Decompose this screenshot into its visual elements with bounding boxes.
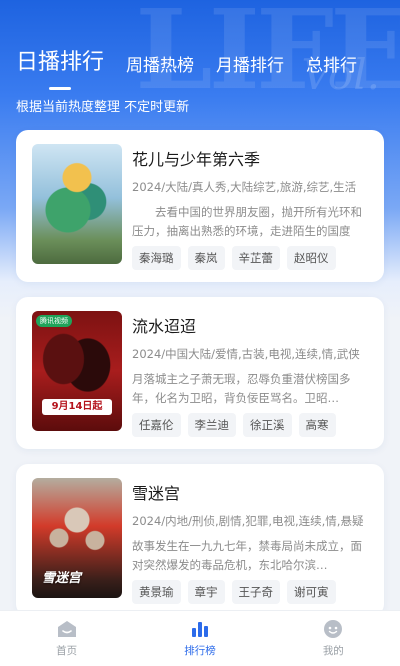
ranking-tabs: 日播排行 周播热榜 月播排行 总排行 (16, 36, 390, 76)
ranking-subtitle: 根据当前热度整理 不定时更新 (16, 100, 190, 115)
show-info: 雪迷宫 2024/内地/刑侦,剧情,犯罪,电视,连续,情,悬疑 故事发生在一九九… (132, 478, 370, 604)
cast-chip[interactable]: 高寒 (298, 413, 336, 437)
cast-chip[interactable]: 徐正溪 (243, 413, 292, 437)
nav-home-label: 首页 (56, 645, 78, 657)
nav-ranking-label: 排行榜 (184, 645, 216, 657)
tab-monthly[interactable]: 月播排行 (216, 51, 284, 76)
nav-profile-label: 我的 (322, 645, 344, 657)
show-description: 去看中国的世界朋友圈，抛开所有光环和压力，抽离出熟悉的环境，走进陌生的国度 (132, 205, 362, 238)
cast-chip[interactable]: 李兰迪 (187, 413, 236, 437)
cast-chip[interactable]: 章宇 (187, 580, 225, 604)
show-card-3[interactable]: 雪迷宫 雪迷宫 2024/内地/刑侦,剧情,犯罪,电视,连续,情,悬疑 故事发生… (16, 464, 384, 616)
profile-icon (324, 620, 343, 638)
show-poster[interactable]: 腾讯视频 9月14日起 (32, 311, 122, 431)
show-info: 流水迢迢 2024/中国大陆/爱情,古装,电视,连续,情,武侠 月落城主之子萧无… (132, 311, 370, 437)
poster-title-logo: 雪迷宫 (42, 571, 82, 586)
cast-chip[interactable]: 辛芷蕾 (231, 246, 280, 270)
poster-platform-badge: 腾讯视频 (36, 315, 72, 327)
tab-overall[interactable]: 总排行 (306, 51, 357, 76)
cast-chip[interactable]: 谢可寅 (287, 580, 336, 604)
show-description: 月落城主之子萧无瑕，忍辱负重潜伏榜国多年，化名为卫昭，背负佞臣骂名。卫昭… (132, 372, 351, 405)
show-list: 花儿与少年第六季 2024/大陆/真人秀,大陆综艺,旅游,综艺,生活 去看中国的… (16, 130, 384, 631)
show-meta: 2024/中国大陆/爱情,古装,电视,连续,情,武侠 (132, 347, 360, 361)
tab-weekly[interactable]: 周播热榜 (126, 51, 194, 76)
nav-home[interactable]: 首页 (0, 611, 133, 666)
cast-chip[interactable]: 王子奇 (231, 580, 280, 604)
cast-list: 秦海璐 秦岚 辛芷蕾 赵昭仪 (132, 246, 343, 270)
show-info: 花儿与少年第六季 2024/大陆/真人秀,大陆综艺,旅游,综艺,生活 去看中国的… (132, 144, 370, 270)
show-card-1[interactable]: 花儿与少年第六季 2024/大陆/真人秀,大陆综艺,旅游,综艺,生活 去看中国的… (16, 130, 384, 282)
cast-chip[interactable]: 赵昭仪 (287, 246, 336, 270)
tab-daily[interactable]: 日播排行 (16, 44, 104, 76)
show-title[interactable]: 花儿与少年第六季 (132, 146, 370, 170)
home-icon (57, 621, 76, 637)
ranking-icon (191, 622, 208, 637)
nav-ranking[interactable]: 排行榜 (133, 611, 266, 666)
show-poster[interactable] (32, 144, 122, 264)
cast-chip[interactable]: 秦海璐 (132, 246, 181, 270)
show-title[interactable]: 流水迢迢 (132, 313, 370, 337)
show-description: 故事发生在一九九七年，禁毒局尚未成立，面对突然爆发的毒品危机，东北哈尔滨… (132, 539, 362, 572)
show-poster[interactable]: 雪迷宫 (32, 478, 122, 598)
nav-profile[interactable]: 我的 (267, 611, 400, 666)
cast-chip[interactable]: 任嘉伦 (132, 413, 181, 437)
poster-release-date: 9月14日起 (42, 399, 112, 415)
cast-chip[interactable]: 秦岚 (187, 246, 225, 270)
cast-list: 黄景瑜 章宇 王子奇 谢可寅 (132, 580, 343, 604)
bottom-navigation: 首页 排行榜 我的 (0, 610, 400, 666)
show-meta: 2024/大陆/真人秀,大陆综艺,旅游,综艺,生活 (132, 180, 357, 194)
show-card-2[interactable]: 腾讯视频 9月14日起 流水迢迢 2024/中国大陆/爱情,古装,电视,连续,情… (16, 297, 384, 449)
show-meta: 2024/内地/刑侦,剧情,犯罪,电视,连续,情,悬疑 (132, 514, 364, 528)
show-title[interactable]: 雪迷宫 (132, 480, 370, 504)
cast-chip[interactable]: 黄景瑜 (132, 580, 181, 604)
cast-list: 任嘉伦 李兰迪 徐正溪 高寒 (132, 413, 343, 437)
